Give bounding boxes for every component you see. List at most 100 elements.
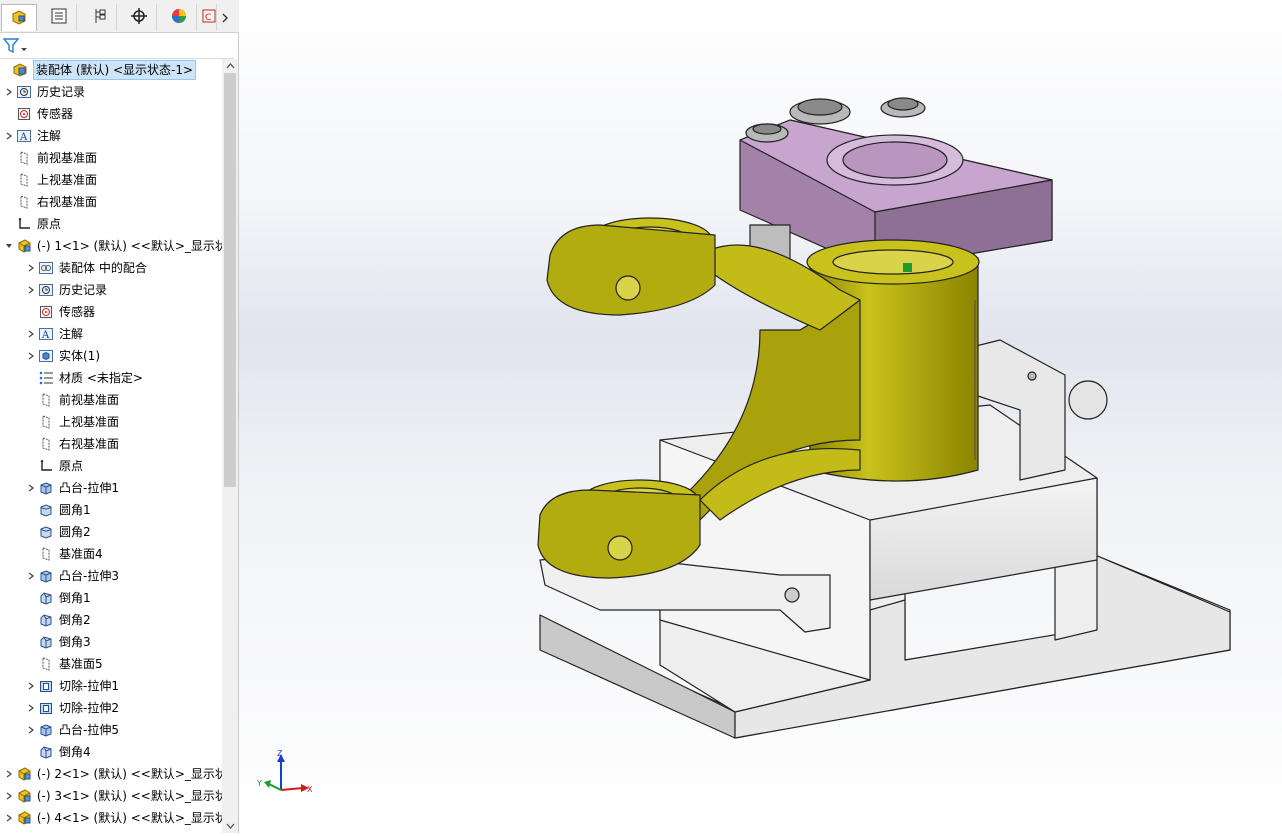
tree-item[interactable]: 倒角2 [0, 609, 222, 631]
tree-item[interactable]: 原点 [0, 213, 222, 235]
tree-item[interactable]: A 注解 [0, 323, 222, 345]
graphics-viewport[interactable]: Z X Y [239, 0, 1282, 833]
expand-arrow-icon[interactable] [26, 330, 36, 338]
tree-item[interactable]: 上视基准面 [0, 411, 222, 433]
tree-item[interactable]: 倒角1 [0, 587, 222, 609]
tree-item-label: 实体(1) [59, 349, 100, 363]
expand-arrow-icon[interactable] [26, 484, 36, 492]
expand-arrow-icon[interactable] [26, 726, 36, 734]
expand-arrow-icon[interactable] [26, 572, 36, 580]
tab-dimxpert-manager[interactable] [121, 4, 157, 31]
plane-icon [14, 149, 34, 167]
plane-icon [36, 655, 56, 673]
tree-item[interactable]: 倒角4 [0, 741, 222, 763]
tree-item[interactable]: 凸台-拉伸3 [0, 565, 222, 587]
expand-arrow-icon[interactable] [26, 286, 36, 294]
expand-arrow-icon[interactable] [4, 132, 14, 140]
tree-item[interactable]: 历史记录 [0, 279, 222, 301]
mates-icon [36, 259, 56, 277]
tree-item-label: 基准面4 [59, 547, 103, 561]
collapse-arrow-icon[interactable] [4, 242, 14, 250]
tree-item-label: 凸台-拉伸1 [59, 481, 119, 495]
tree-item-label: 原点 [59, 459, 84, 473]
expand-arrow-icon[interactable] [26, 264, 36, 272]
scroll-thumb[interactable] [224, 73, 236, 487]
tree-item[interactable]: 原点 [0, 455, 222, 477]
tree-item[interactable]: 装配体 中的配合 [0, 257, 222, 279]
tree-item-label: 右视基准面 [37, 195, 98, 209]
tree-item-part-2[interactable]: (-) 2<1> (默认) <<默认>_显示状 [0, 763, 222, 785]
tree-item-label: (-) 1<1> (默认) <<默认>_显示状 [36, 239, 222, 253]
tree-item-label: 装配体 中的配合 [59, 261, 147, 275]
tab-feature-manager[interactable] [1, 4, 37, 31]
tree-root-assembly[interactable]: 装配体 (默认) <显示状态-1> [0, 59, 222, 81]
tree-item[interactable]: 实体(1) [0, 345, 222, 367]
tree-item-label: 圆角1 [59, 503, 91, 517]
tree-item[interactable]: 右视基准面 [0, 191, 222, 213]
tree-item-label: 凸台-拉伸5 [59, 723, 119, 737]
tree-item-part-4[interactable]: (-) 4<1> (默认) <<默认>_显示状 [0, 807, 222, 829]
expand-arrow-icon[interactable] [26, 704, 36, 712]
tree-item-label: (-) 3<1> (默认) <<默认>_显示状 [36, 789, 222, 803]
tree-item[interactable]: 前视基准面 [0, 147, 222, 169]
part-icon [14, 809, 34, 827]
scroll-down-arrow-icon[interactable] [222, 819, 238, 833]
history-icon [14, 83, 34, 101]
tree-item[interactable]: 材质 <未指定> [0, 367, 222, 389]
tree-item[interactable]: 倒角3 [0, 631, 222, 653]
part-icon [14, 237, 34, 255]
panel-tab-bar: C [0, 0, 239, 33]
triad-x-label: X [307, 785, 313, 794]
extrude-icon [36, 721, 56, 739]
sensor-icon [14, 105, 34, 123]
cut-extrude-icon [36, 677, 56, 695]
chamfer-icon [36, 633, 56, 651]
tab-cam[interactable]: C [201, 4, 217, 31]
expand-arrow-icon[interactable] [4, 814, 14, 822]
scroll-up-arrow-icon[interactable] [222, 59, 238, 73]
tree-item[interactable]: 上视基准面 [0, 169, 222, 191]
tree-item-label: 切除-拉伸2 [59, 701, 119, 715]
tree-item[interactable]: 右视基准面 [0, 433, 222, 455]
tree-item[interactable]: 切除-拉伸2 [0, 697, 222, 719]
tree-item-part-1[interactable]: (-) 1<1> (默认) <<默认>_显示状 [0, 235, 222, 257]
tree-item[interactable]: 前视基准面 [0, 389, 222, 411]
expand-arrow-icon[interactable] [4, 88, 14, 96]
tree-item-part-3[interactable]: (-) 3<1> (默认) <<默认>_显示状 [0, 785, 222, 807]
tree-scrollbar[interactable] [222, 59, 238, 833]
plane-icon [14, 171, 34, 189]
tree-item[interactable]: 凸台-拉伸5 [0, 719, 222, 741]
tree-item-label: 上视基准面 [59, 415, 120, 429]
tree-item-label: 基准面5 [59, 657, 103, 671]
chamfer-icon [36, 611, 56, 629]
tree-item[interactable]: A 注解 [0, 125, 222, 147]
material-icon [36, 369, 56, 387]
tab-scroll-right-icon[interactable] [216, 8, 234, 28]
tree-item-label: 传感器 [37, 107, 74, 121]
tab-property-manager[interactable] [41, 4, 77, 31]
fillet-icon [36, 523, 56, 541]
origin-icon [36, 457, 56, 475]
tree-item[interactable]: 圆角2 [0, 521, 222, 543]
tree-item[interactable]: 传感器 [0, 301, 222, 323]
tree-item[interactable]: 圆角1 [0, 499, 222, 521]
tab-display-manager[interactable] [161, 4, 197, 31]
tree-item-label: 右视基准面 [59, 437, 120, 451]
tree-item[interactable]: 凸台-拉伸1 [0, 477, 222, 499]
filter-icon[interactable] [2, 37, 29, 58]
tree-item[interactable]: 基准面4 [0, 543, 222, 565]
expand-arrow-icon[interactable] [4, 770, 14, 778]
tree-item-label: 凸台-拉伸3 [59, 569, 119, 583]
tab-configuration-manager[interactable] [81, 4, 117, 31]
assembly-model [537, 97, 1231, 739]
tree-item[interactable]: 传感器 [0, 103, 222, 125]
expand-arrow-icon[interactable] [26, 352, 36, 360]
expand-arrow-icon[interactable] [26, 682, 36, 690]
expand-arrow-icon[interactable] [4, 792, 14, 800]
tree-item[interactable]: 切除-拉伸1 [0, 675, 222, 697]
cut-extrude-icon [36, 699, 56, 717]
origin-icon [14, 215, 34, 233]
tree-item-label: 圆角2 [59, 525, 91, 539]
tree-item[interactable]: 基准面5 [0, 653, 222, 675]
tree-item[interactable]: 历史记录 [0, 81, 222, 103]
